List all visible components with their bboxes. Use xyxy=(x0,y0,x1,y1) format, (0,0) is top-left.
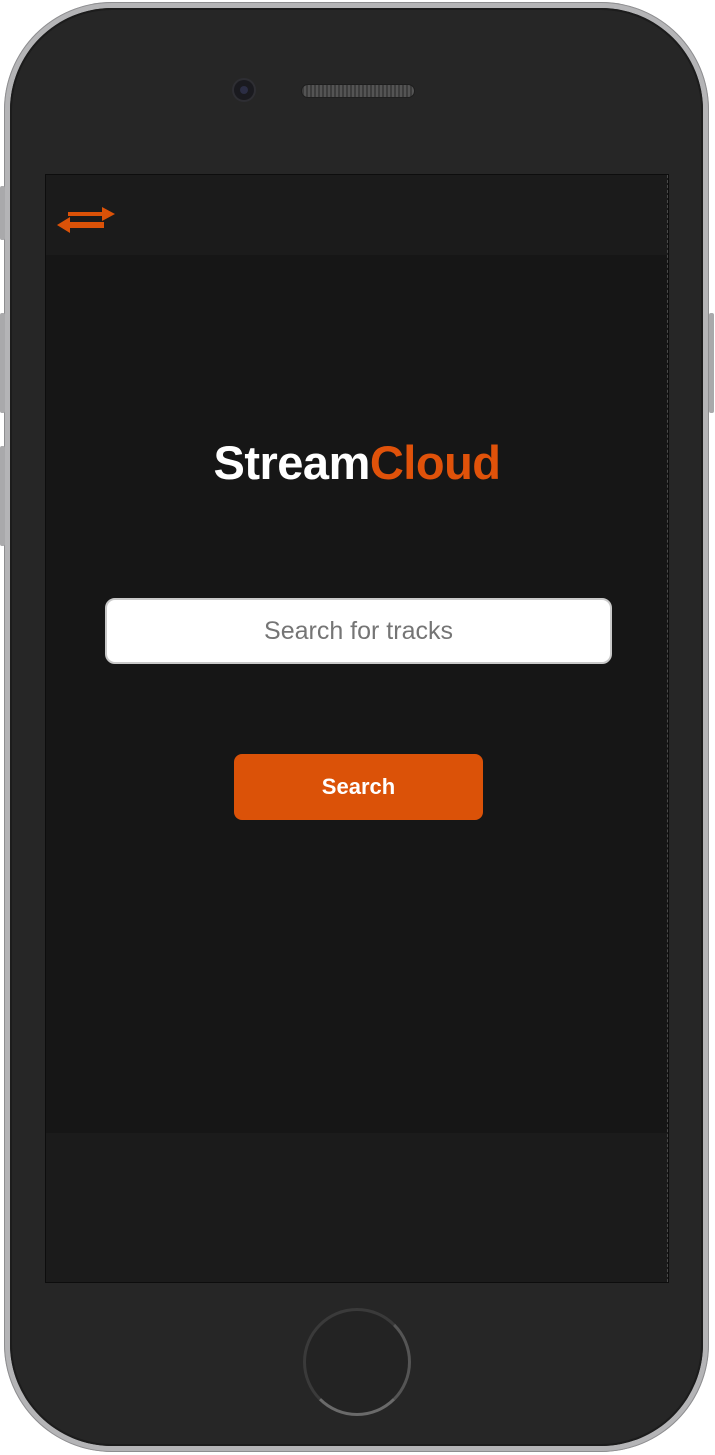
app-body: StreamCloud Search xyxy=(46,255,668,1133)
earpiece-speaker xyxy=(302,85,414,97)
brand-logo: StreamCloud xyxy=(46,435,668,491)
front-camera xyxy=(234,80,254,100)
search-button[interactable]: Search xyxy=(234,754,483,820)
app-screen: StreamCloud Search xyxy=(45,174,669,1283)
brand-cloud-text: Cloud xyxy=(369,436,501,489)
swap-arrows-icon[interactable] xyxy=(54,189,118,241)
home-button[interactable] xyxy=(303,1308,411,1416)
volume-up-button xyxy=(0,313,5,413)
screen-edge-divider xyxy=(667,175,668,1282)
app-footer xyxy=(46,1133,668,1282)
volume-down-button xyxy=(0,446,5,546)
brand-stream-text: Stream xyxy=(213,436,371,489)
power-button xyxy=(709,313,714,413)
mute-switch xyxy=(0,186,5,240)
search-input[interactable] xyxy=(105,598,612,664)
app-header xyxy=(46,175,668,255)
